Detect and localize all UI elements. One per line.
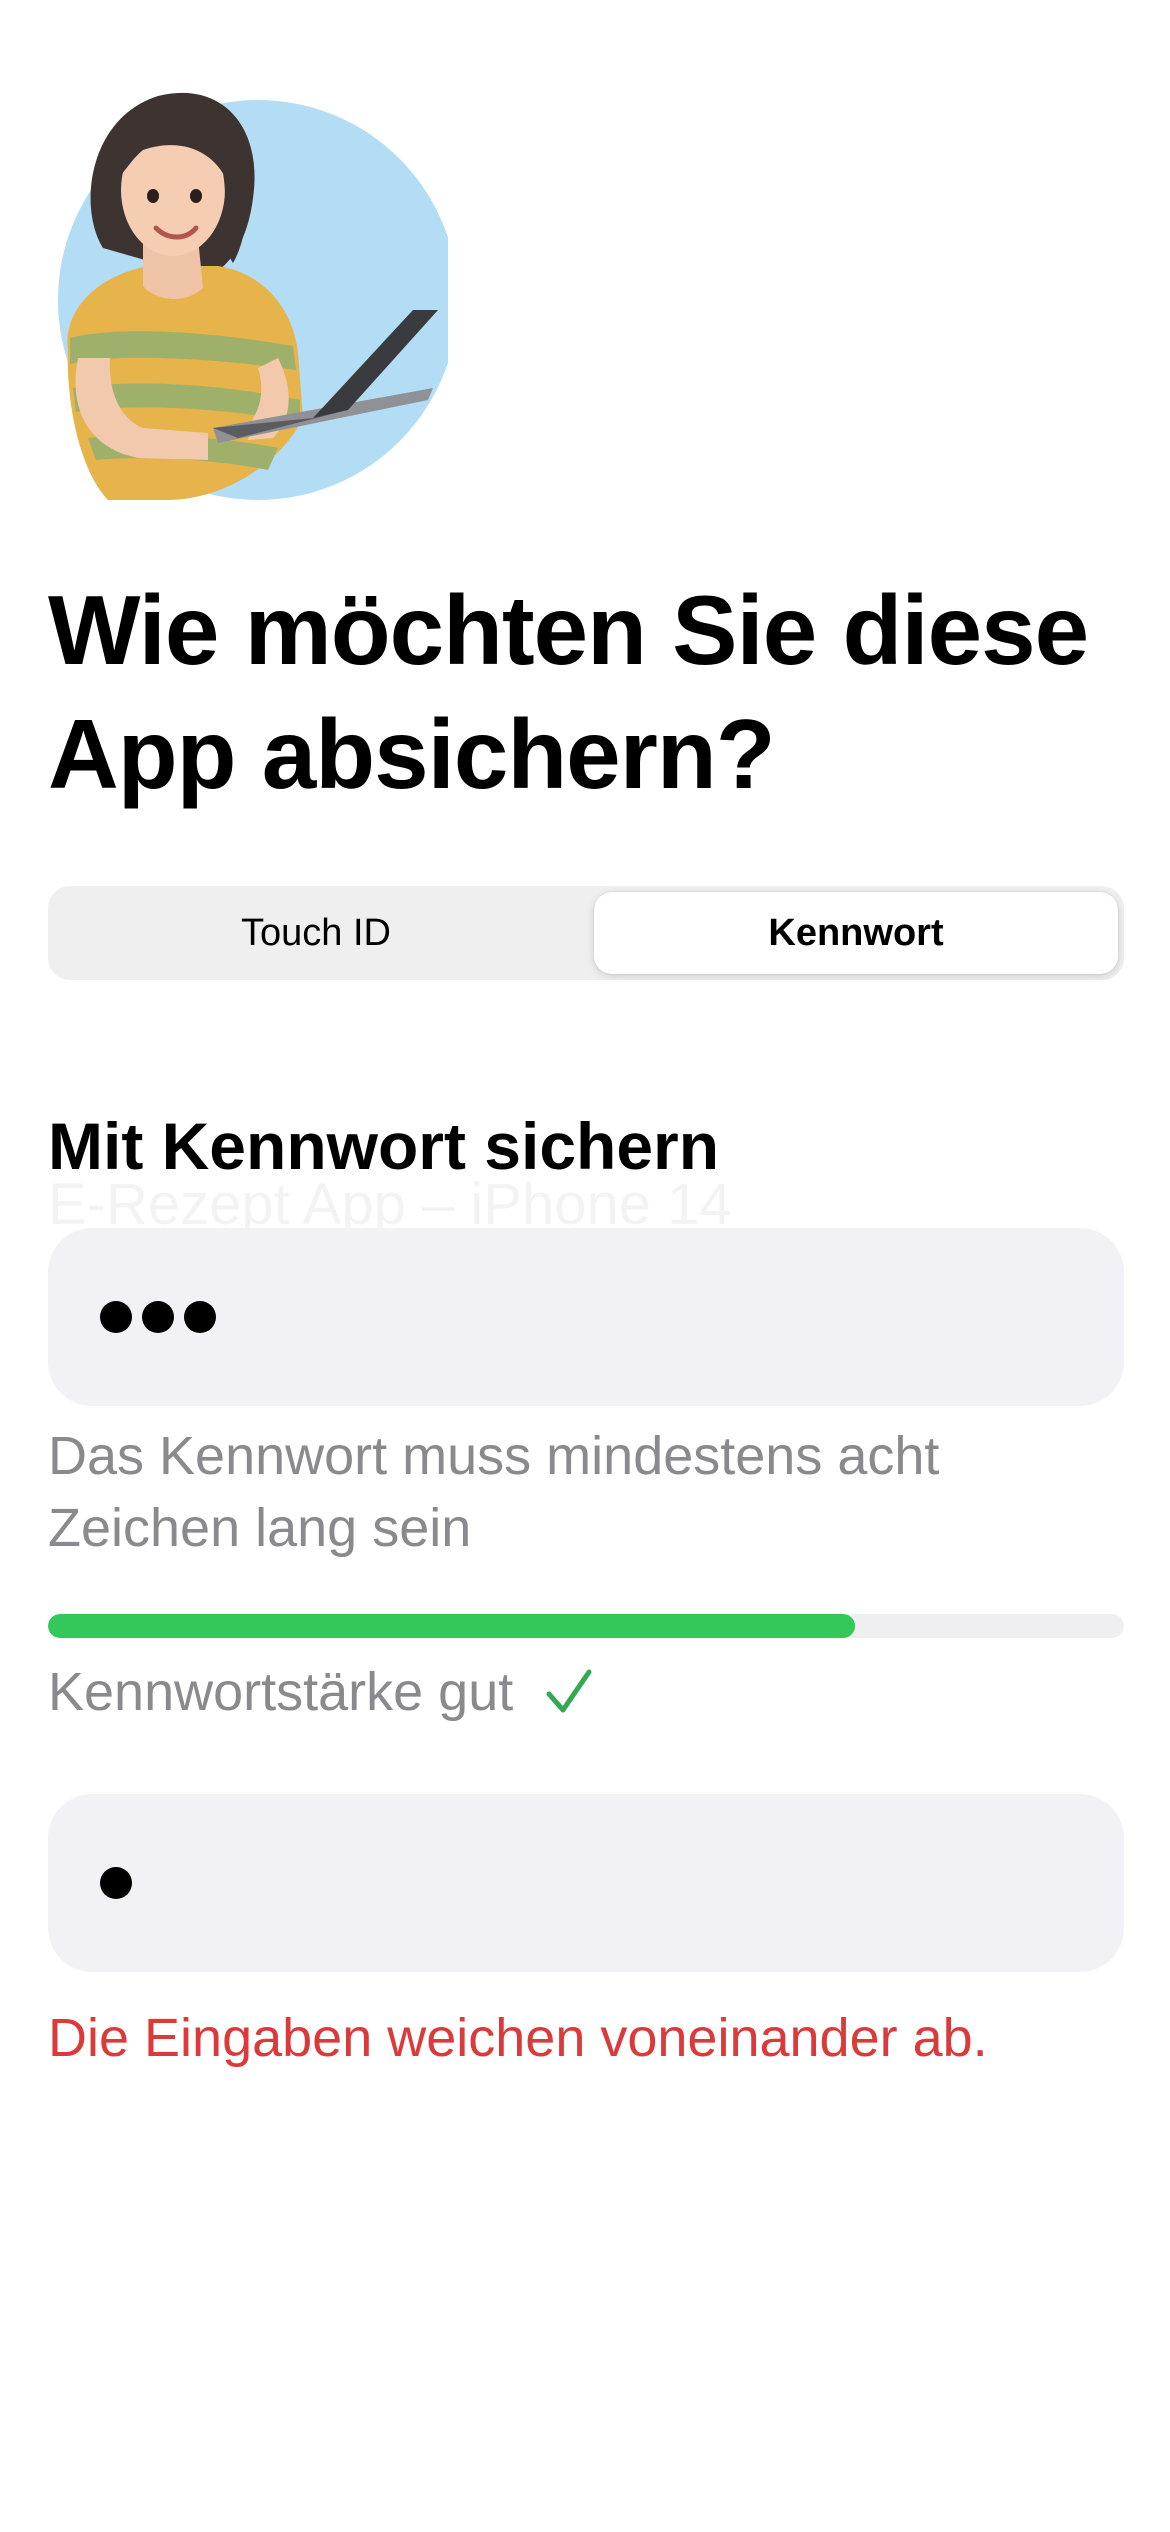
password-masked-value [100, 1301, 216, 1333]
confirm-masked-value [100, 1867, 132, 1899]
checkmark-icon [543, 1666, 595, 1718]
password-confirm-field[interactable] [48, 1794, 1124, 1972]
mask-dot [100, 1301, 132, 1333]
mask-dot [184, 1301, 216, 1333]
woman-with-laptop-illustration [48, 88, 448, 500]
password-strength-label: Kennwortstärke gut [48, 1662, 514, 1722]
security-method-segmented-control: Touch ID Kennwort [48, 886, 1124, 980]
password-mismatch-error: Die Eingaben weichen voneinander ab. [48, 2008, 988, 2068]
password-field[interactable] [48, 1228, 1124, 1406]
segment-touch-id[interactable]: Touch ID [54, 892, 578, 974]
password-strength-fill [48, 1614, 855, 1638]
segment-kennwort[interactable]: Kennwort [594, 892, 1118, 974]
password-strength-bar [48, 1614, 1124, 1638]
mask-dot [142, 1301, 174, 1333]
password-strength-indicator: Kennwortstärke gut [48, 1656, 595, 1728]
secure-app-screen: Wie möchten Sie diese App absichern? Tou… [0, 0, 1170, 2532]
mask-dot [100, 1867, 132, 1899]
password-hint: Das Kennwort muss mindestens acht Zeiche… [48, 1426, 940, 1558]
page-title: Wie möchten Sie diese App absichern? [48, 575, 1089, 809]
